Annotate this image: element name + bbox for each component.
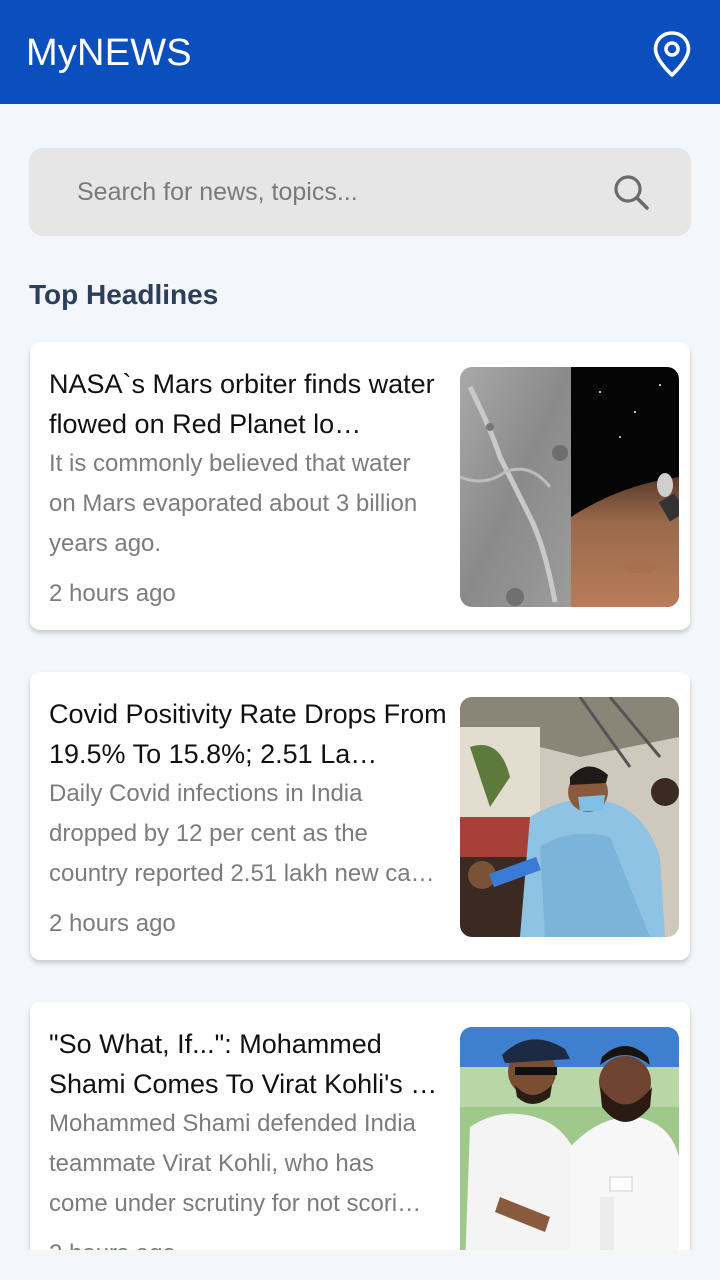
search-bar[interactable] [29, 148, 691, 236]
news-card[interactable]: "So What, If...": Mohammed Shami Comes T… [30, 1002, 690, 1250]
news-summary-line: dropped by 12 per cent as the [49, 820, 368, 847]
news-card-text: NASA`s Mars orbiter finds water flowed o… [49, 364, 451, 614]
news-summary: It is commonly believed that water on Ma… [49, 444, 451, 564]
news-summary: Daily Covid infections in India dropped … [49, 774, 451, 894]
news-timestamp: 2 hours ago [49, 910, 176, 937]
news-card-text: Covid Positivity Rate Drops From 19.5% T… [49, 694, 451, 944]
news-summary-line: teammate Virat Kohli, who has [49, 1150, 375, 1177]
news-summary-line: It is commonly believed that water [49, 450, 411, 477]
section-title: Top Headlines [29, 279, 219, 310]
news-card[interactable]: Covid Positivity Rate Drops From 19.5% T… [30, 672, 690, 960]
news-timestamp: 2 hours ago [49, 1234, 451, 1250]
news-timestamp: 2 hours ago [49, 580, 176, 607]
news-headline[interactable]: "So What, If...": Mohammed Shami Comes T… [49, 1024, 451, 1104]
news-headline[interactable]: Covid Positivity Rate Drops From 19.5% T… [49, 694, 451, 774]
news-headline[interactable]: NASA`s Mars orbiter finds water flowed o… [49, 364, 451, 444]
news-thumbnail[interactable] [460, 1027, 679, 1250]
news-card-text: "So What, If...": Mohammed Shami Comes T… [49, 1024, 451, 1250]
news-summary-line: country reported 2.51 lakh new ca… [49, 860, 435, 887]
news-summary-line: on Mars evaporated about 3 billion [49, 490, 418, 517]
news-thumbnail[interactable] [460, 697, 679, 937]
search-input[interactable] [77, 148, 597, 236]
news-thumbnail[interactable] [460, 367, 679, 607]
news-summary-line: come under scrutiny for not scori… [49, 1190, 422, 1217]
news-summary-line: years ago. [49, 530, 162, 557]
search-icon[interactable] [611, 172, 651, 212]
news-card[interactable]: NASA`s Mars orbiter finds water flowed o… [30, 342, 690, 630]
news-summary-line: Mohammed Shami defended India [49, 1110, 416, 1137]
news-summary-line: Daily Covid infections in India [49, 780, 363, 807]
news-summary: Mohammed Shami defended India teammate V… [49, 1104, 451, 1224]
news-feed[interactable]: Top Headlines NASA`s Mars orbiter finds … [0, 0, 720, 1250]
